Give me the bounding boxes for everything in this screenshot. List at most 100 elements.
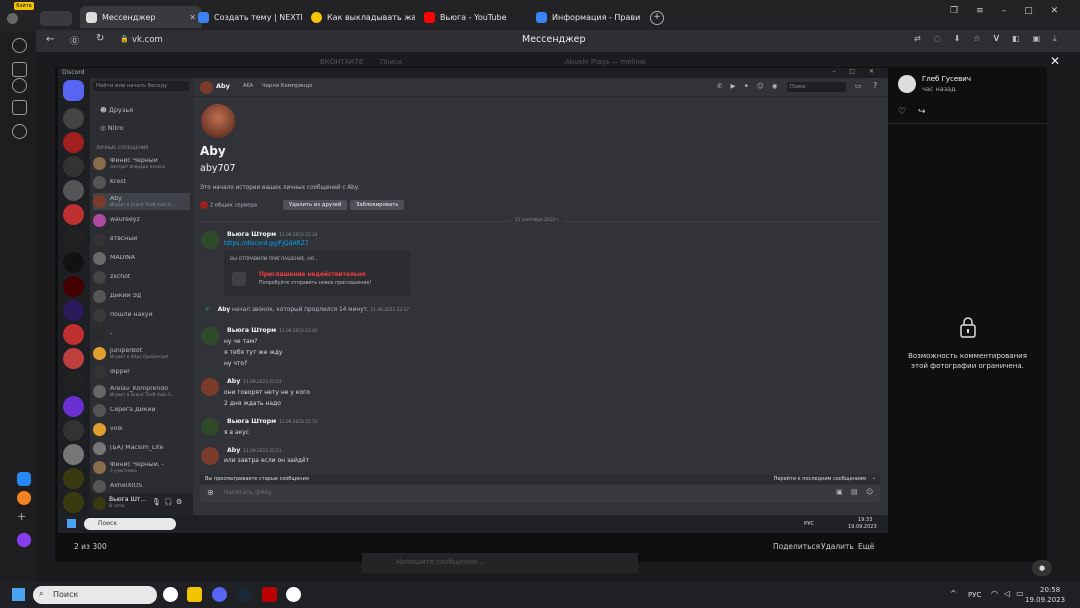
- steam-icon[interactable]: [237, 587, 252, 602]
- new-tab-button[interactable]: +: [650, 11, 664, 25]
- download-icon[interactable]: ⬇: [954, 34, 961, 44]
- tray-chevron-icon[interactable]: ^: [950, 589, 957, 598]
- extension-icon[interactable]: ◧: [1012, 34, 1020, 44]
- dm-item: -: [93, 326, 190, 343]
- alice-icon[interactable]: [17, 533, 31, 547]
- discord-chat-header: Aby AKA Чарли Комприндо ✆ ▶ ✦ ☺ ◉ Поиск ▭ ?: [193, 78, 888, 97]
- tab-nextrp[interactable]: Создать тему | NEXTRP: [198, 6, 302, 28]
- message: Вьюга Шторм 11.09.2023 22:51: [201, 418, 318, 436]
- vk-app-icon[interactable]: [17, 472, 31, 486]
- user-status: В сети: [109, 504, 125, 509]
- bookmark-icon[interactable]: ❐: [950, 6, 958, 20]
- dm-item: volk: [93, 421, 190, 438]
- reload-icon[interactable]: ↻: [96, 33, 104, 44]
- translate-icon[interactable]: ⇄: [914, 34, 921, 44]
- menu-icon[interactable]: ≡: [976, 6, 984, 20]
- dm-item: Финис Черный смотрит впереди начала: [93, 155, 190, 172]
- message-author: Вьюга Шторм: [227, 327, 277, 334]
- tab-group-button[interactable]: [40, 11, 72, 26]
- toolbar-icons: ⇄ ◌ ⬇ ☆ V ◧ ▣ ⤓: [914, 34, 1057, 44]
- save-icon[interactable]: ▣: [1033, 34, 1041, 44]
- maximize-icon[interactable]: □: [1024, 6, 1033, 20]
- tab-youtube[interactable]: Вьюга - YouTube: [424, 6, 528, 28]
- discord-taskbar-icon[interactable]: [212, 587, 227, 602]
- comment-author[interactable]: Глеб Гусевич: [922, 75, 971, 83]
- profile-avatar: [201, 104, 235, 138]
- add-app-icon[interactable]: +: [17, 510, 26, 523]
- message-text: они говорят нету не у кого: [224, 389, 310, 396]
- message-author: Aby: [227, 378, 241, 385]
- avatar[interactable]: [898, 75, 916, 93]
- comments-divider: [888, 123, 1047, 124]
- tab-label: Вьюга - YouTube: [440, 12, 507, 22]
- volume-icon[interactable]: ◁: [1004, 589, 1010, 598]
- message-time: 11.09.2023 22:51: [279, 420, 318, 425]
- wifi-icon[interactable]: ◠: [991, 589, 998, 598]
- dm-sub: 3 участника: [110, 468, 137, 474]
- emoji-icon: ☺: [866, 488, 874, 496]
- dm-name: AxhelXIOS: [110, 483, 143, 490]
- profile-icon[interactable]: [7, 13, 18, 24]
- tab-label: Создать тему | NEXTRP: [214, 12, 302, 22]
- inner-lang: РУС: [804, 521, 815, 527]
- vk-extension-icon[interactable]: V: [994, 34, 999, 44]
- history-icon[interactable]: [12, 38, 27, 53]
- url-text[interactable]: vk.com: [132, 35, 163, 45]
- delete-button[interactable]: Удалить: [821, 542, 854, 551]
- taskbar-time[interactable]: 20:58: [1040, 586, 1060, 594]
- file-explorer-icon[interactable]: [187, 587, 202, 602]
- close-window-icon[interactable]: ✕: [1051, 6, 1059, 20]
- taskbar-date[interactable]: 19.09.2023: [1025, 596, 1065, 604]
- taskbar-lang[interactable]: РУС: [968, 591, 981, 599]
- dm-item: dipper: [93, 364, 190, 381]
- invite-card: ВЫ ОТПРАВИЛИ ПРИГЛАШЕНИЕ, НО... Приглаше…: [224, 251, 411, 296]
- shield-icon[interactable]: ⓪: [70, 34, 79, 47]
- star-icon[interactable]: ☆: [973, 34, 980, 44]
- forum-icon: [536, 11, 547, 23]
- chat-bubble-icon[interactable]: ●: [1032, 560, 1052, 576]
- more-button[interactable]: Ещё: [858, 542, 874, 551]
- nav-nitro: ◎ Nitro: [100, 124, 124, 132]
- dm-sub: Играет в https://juniper.bot: [110, 354, 169, 360]
- browser-badge[interactable]: Бэйта: [14, 2, 34, 10]
- profile-username: aby707: [200, 163, 236, 174]
- tab-complaint[interactable]: Как выкладывать жалобу: [311, 6, 415, 28]
- chat-icon[interactable]: ◌: [934, 34, 941, 44]
- tab-label: Как выкладывать жалобу: [327, 12, 415, 22]
- dm-item: waureeyz: [93, 212, 190, 229]
- collections-icon[interactable]: [12, 62, 27, 77]
- battery-icon[interactable]: ▭: [1016, 589, 1024, 598]
- tray-icons: ◠ ◁ ▭: [991, 589, 1024, 598]
- settings-icon[interactable]: [12, 124, 27, 139]
- dm-item: втвсный: [93, 231, 190, 248]
- tab-messenger[interactable]: Мессенджер ✕: [80, 6, 202, 28]
- share-button[interactable]: Поделиться: [773, 542, 820, 551]
- server-icon: [63, 324, 84, 345]
- share-icon[interactable]: ↪: [918, 107, 926, 117]
- mutual-label: 2 общих сервера: [209, 202, 258, 209]
- windows-icon[interactable]: [12, 588, 25, 601]
- server-icon: [63, 204, 84, 225]
- message-text: или завтра если он зайдёт: [224, 457, 310, 464]
- message-time: 11.09.2023 22:51: [243, 380, 282, 385]
- avatar: [93, 347, 106, 360]
- media-player-icon[interactable]: [286, 587, 301, 602]
- close-viewer-button[interactable]: ✕: [1050, 54, 1060, 68]
- call-author: Aby: [217, 307, 231, 313]
- downloads-icon[interactable]: ⤓: [1053, 34, 1057, 44]
- ok-app-icon[interactable]: [17, 491, 31, 505]
- tab-rules[interactable]: Информация - Правила п: [536, 6, 640, 28]
- minimize-icon[interactable]: –: [1002, 6, 1007, 20]
- yandex-browser-icon[interactable]: [163, 587, 178, 602]
- close-tab-icon[interactable]: ✕: [189, 13, 196, 22]
- discord-server-list: [58, 78, 90, 515]
- gift-icon: ▣: [836, 488, 843, 496]
- server-icon: [63, 276, 84, 297]
- heart-icon[interactable]: ♡: [898, 107, 906, 117]
- back-icon[interactable]: ←: [46, 34, 54, 45]
- rage-mp-icon[interactable]: [262, 587, 277, 602]
- app-icon[interactable]: [12, 100, 27, 115]
- taskbar-search[interactable]: ⌕ Поиск: [33, 586, 157, 604]
- dm-name: waureeyz: [110, 217, 140, 224]
- play-icon[interactable]: [12, 78, 27, 93]
